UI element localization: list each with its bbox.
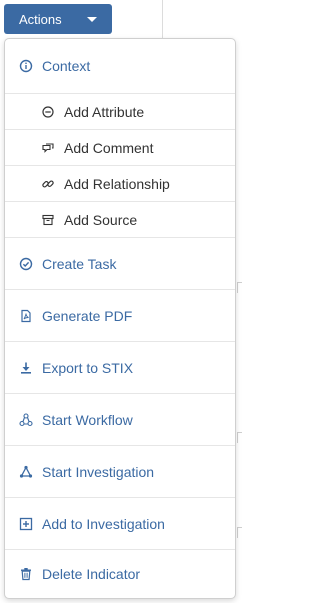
menu-item-export-to-stix[interactable]: Export to STIX: [5, 342, 235, 394]
link-icon: [41, 177, 55, 191]
menu-item-create-task[interactable]: Create Task: [5, 238, 235, 290]
background-field-edge: [237, 432, 242, 443]
workflow-icon: [19, 412, 33, 427]
menu-item-label: Start Workflow: [42, 411, 133, 428]
menu-item-delete-indicator[interactable]: Delete Indicator: [5, 550, 235, 598]
network-icon: [19, 465, 33, 479]
menu-item-label: Export to STIX: [42, 359, 134, 376]
menu-item-start-investigation[interactable]: Start Investigation: [5, 446, 235, 498]
info-icon: [19, 59, 33, 73]
menu-item-label: Add Relationship: [64, 175, 170, 192]
background-field-edge: [237, 282, 242, 293]
menu-item-add-comment[interactable]: Add Comment: [5, 130, 235, 166]
menu-item-label: Add Source: [64, 211, 138, 228]
menu-item-add-attribute[interactable]: Add Attribute: [5, 94, 235, 130]
menu-item-label: Add Attribute: [64, 103, 145, 120]
actions-menu: Context Add Attribute Add Comment Add Re…: [4, 38, 236, 599]
plus-square-icon: [19, 517, 33, 531]
menu-item-label: Generate PDF: [42, 307, 133, 324]
menu-item-context[interactable]: Context: [5, 39, 235, 94]
download-icon: [19, 361, 33, 375]
menu-item-label: Delete Indicator: [42, 566, 141, 582]
trash-icon: [19, 567, 33, 581]
menu-item-add-source[interactable]: Add Source: [5, 202, 235, 238]
menu-item-label: Start Investigation: [42, 463, 155, 480]
minus-circle-icon: [41, 105, 55, 119]
comment-icon: [41, 141, 55, 155]
menu-item-label: Add to Investigation: [42, 515, 165, 532]
menu-item-add-relationship[interactable]: Add Relationship: [5, 166, 235, 202]
menu-item-generate-pdf[interactable]: Generate PDF: [5, 290, 235, 342]
menu-item-label: Create Task: [42, 255, 117, 272]
toolbar-divider: [162, 0, 163, 40]
menu-item-add-to-investigation[interactable]: Add to Investigation: [5, 498, 235, 550]
actions-button[interactable]: Actions: [4, 4, 112, 34]
check-circle-icon: [19, 257, 33, 271]
archive-icon: [41, 213, 55, 227]
menu-item-start-workflow[interactable]: Start Workflow: [5, 394, 235, 446]
pdf-file-icon: [19, 309, 33, 323]
background-field-edge: [237, 527, 242, 538]
actions-button-label: Actions: [19, 11, 62, 27]
menu-item-label: Add Comment: [64, 139, 154, 156]
caret-down-icon: [87, 17, 97, 22]
menu-item-label: Context: [42, 58, 91, 74]
